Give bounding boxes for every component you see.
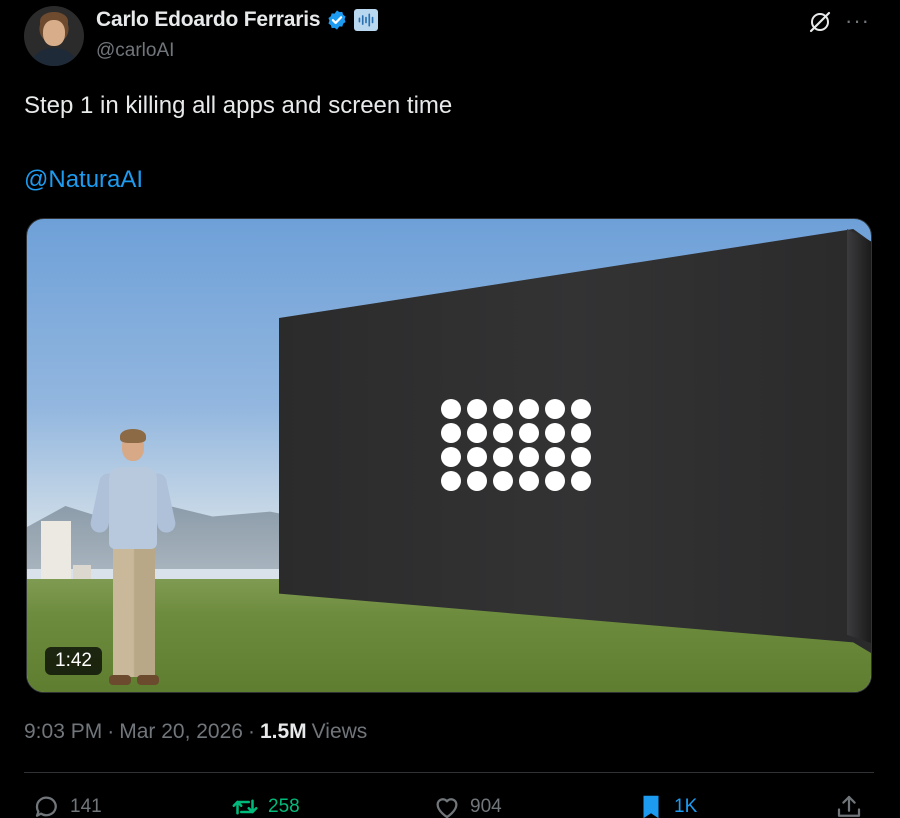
meta-separator-2: · [247,720,255,743]
like-button[interactable]: 904 [432,792,502,818]
author-handle[interactable]: @carloAI [96,40,174,62]
bookmark-button[interactable]: 1K [636,792,697,818]
divider [24,772,874,773]
person-figure [88,429,178,688]
reply-count: 141 [70,796,102,817]
meta-separator: · [107,720,115,743]
tweet-header: Carlo Edoardo Ferraris @carloAI ··· [24,6,876,66]
dot-grid-logo [441,399,597,491]
repost-count: 258 [268,796,300,817]
affiliation-badge-icon[interactable] [354,9,379,31]
mention-link[interactable]: @NaturaAI [24,166,143,194]
bookmark-count: 1K [674,796,698,817]
author-name-row: Carlo Edoardo Ferraris [96,8,379,32]
views-label: Views [311,720,368,743]
like-count: 904 [470,796,502,817]
reply-icon [35,796,57,817]
views-count[interactable]: 1.5M [260,720,307,744]
tweet-text: Step 1 in killing all apps and screen ti… [24,92,453,119]
post-time[interactable]: 9:03 PM [24,720,102,744]
video-player[interactable]: 1:42 [26,218,872,693]
bookmark-icon [643,795,659,818]
grok-icon[interactable] [808,10,832,34]
verified-badge-icon[interactable] [326,9,348,31]
heart-icon [436,798,458,818]
share-icon [837,795,861,817]
action-bar: 141 258 904 1K [24,788,874,818]
more-options-icon[interactable]: ··· [845,8,870,34]
repost-icon [232,799,258,815]
post-date[interactable]: Mar 20, 2026 [119,720,243,744]
repost-button[interactable]: 258 [230,792,300,818]
share-button[interactable] [834,792,864,818]
giant-screen-edge [847,229,871,643]
reply-button[interactable]: 141 [32,792,102,818]
tweet-meta: 9:03 PM · Mar 20, 2026 · 1.5M Views [24,720,367,744]
author-display-name[interactable]: Carlo Edoardo Ferraris [96,8,321,32]
video-duration: 1:42 [45,647,102,675]
avatar[interactable] [24,6,84,66]
